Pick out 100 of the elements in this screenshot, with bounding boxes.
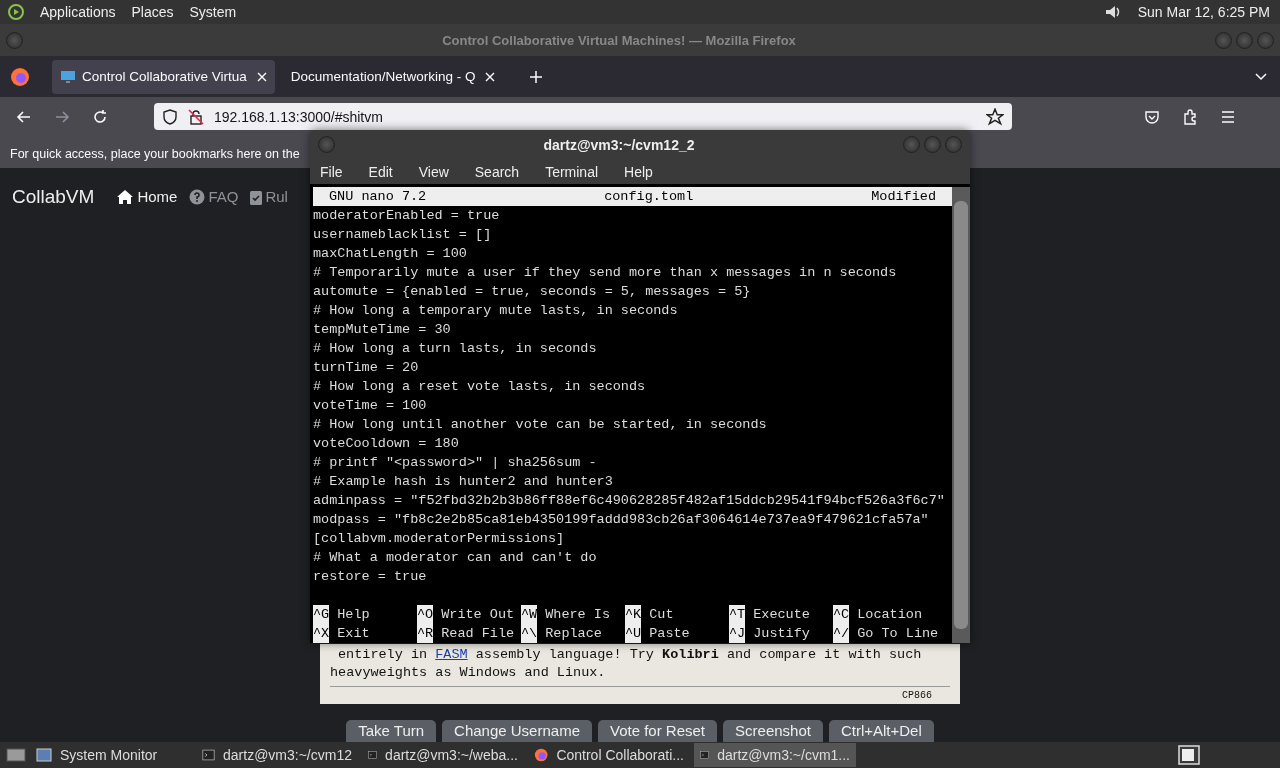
- menu-icon[interactable]: [1220, 108, 1236, 125]
- window-title: Control Collaborative Virtual Machines! — Mozilla Firefox: [442, 32, 796, 48]
- vm-display[interactable]: entirely in FASM assembly language! Try Kolibri and compare it with such heavyweights as Windows and Linux. CP866: [320, 644, 960, 704]
- code-line: maxChatLength = 100: [313, 245, 468, 263]
- menu-item[interactable]: Search: [474, 163, 520, 180]
- code-line: # printf "<password>" | sha256sum -: [313, 454, 598, 472]
- vm-action-button[interactable]: Vote for Reset: [598, 720, 718, 742]
- pocket-icon[interactable]: [1144, 108, 1160, 125]
- insecure-lock-icon[interactable]: [188, 108, 204, 125]
- shortcut-key: ^T: [729, 605, 746, 624]
- site-brand[interactable]: CollabVM: [12, 185, 95, 208]
- shortcut-label: Execute: [753, 606, 810, 624]
- vm-action-button[interactable]: Screenshot: [723, 720, 823, 742]
- browser-tab[interactable]: Documentation/Networking - Q: [282, 59, 504, 94]
- nav-link[interactable]: Home: [116, 188, 178, 205]
- bookmarks-hint: For quick access, place your bookmarks here on the: [10, 147, 300, 161]
- vm-action-button[interactable]: Take Turn: [346, 720, 437, 742]
- shortcut-label: Location: [857, 606, 922, 624]
- reload-icon[interactable]: [92, 108, 108, 125]
- vm-link[interactable]: FASM: [435, 647, 468, 662]
- nav-link[interactable]: FAQ: [189, 188, 239, 205]
- code-line: turnTime = 20: [313, 359, 420, 377]
- menu-item[interactable]: View: [418, 163, 449, 180]
- panel-menu[interactable]: System: [189, 4, 237, 20]
- code-line: # What a moderator can and can't do: [313, 549, 598, 567]
- browser-logo-icon: [534, 747, 549, 763]
- bookmark-star-icon[interactable]: [986, 107, 1004, 126]
- vm-text: entirely in FASM assembly language! Try Kolibri and compare it with such: [337, 646, 923, 664]
- vm-text: heavyweights as Windows and Linux.: [329, 664, 607, 682]
- shortcut-key: ^X: [313, 624, 330, 643]
- vm-action-button[interactable]: Ctrl+Alt+Del: [828, 720, 934, 742]
- code-line: tempMuteTime = 30: [313, 321, 452, 339]
- window-title: dartz@vm3:~/cvm12_2: [543, 136, 695, 153]
- shortcut-key: ^J: [729, 624, 746, 643]
- menu-item[interactable]: Terminal: [545, 163, 599, 180]
- new-tab-icon[interactable]: [529, 69, 544, 84]
- terminal-icon: [700, 748, 710, 762]
- code-line: voteCooldown = 180: [313, 435, 460, 453]
- shortcut-label: Replace: [545, 625, 602, 643]
- browser-logo-icon[interactable]: [10, 66, 30, 87]
- taskbar-item[interactable]: System Monitor: [30, 743, 192, 767]
- code-line: [collabvm.moderatorPermissions]: [313, 530, 566, 548]
- forward-icon[interactable]: [54, 108, 70, 125]
- code-line: adminpass = "f52fbd32b2b3b86ff88ef6c490628285f482af15ddcb29541f94bcf526a3f6c7": [313, 492, 946, 510]
- extensions-icon[interactable]: [1182, 108, 1198, 125]
- nano-version: GNU nano 7.2: [329, 188, 427, 206]
- codepage-label: CP866: [902, 690, 932, 701]
- terminal-icon: [368, 748, 378, 762]
- menu-item[interactable]: Help: [624, 163, 653, 180]
- shortcut-key: ^K: [625, 605, 642, 624]
- panel-menu[interactable]: Places: [131, 4, 174, 20]
- shortcut-key: ^/: [833, 624, 850, 643]
- menu-item[interactable]: Edit: [368, 163, 393, 180]
- nav-link[interactable]: Rul: [250, 188, 288, 205]
- code-line: restore = true: [313, 568, 428, 586]
- close-tab-icon[interactable]: [485, 71, 496, 82]
- shortcut-label: Paste: [649, 625, 690, 643]
- code-line: # How long a temporary mute lasts, in seconds: [313, 302, 679, 320]
- shortcut-key: ^C: [833, 605, 850, 624]
- taskbar-item[interactable]: dartz@vm3:~/cvm1...: [694, 743, 856, 767]
- shortcut-key: ^\: [521, 624, 538, 643]
- code-line: voteTime = 100: [313, 397, 428, 415]
- clock[interactable]: Sun Mar 12, 6:25 PM: [1137, 4, 1270, 20]
- clipboard-icon: [250, 188, 263, 205]
- code-line: # Example hash is hunter2 and hunter3: [313, 473, 614, 491]
- home-icon: [116, 188, 135, 205]
- taskbar-item[interactable]: dartz@vm3:~/weba...: [362, 743, 524, 767]
- shortcut-label: Read File: [441, 625, 515, 643]
- code-line: # How long until another vote can be started, in seconds: [313, 416, 768, 434]
- vm-action-button[interactable]: Change Username: [442, 720, 592, 742]
- panel-menu[interactable]: Applications: [40, 4, 116, 20]
- code-line: modpass = "fb8c2e2b85ca81eb4350199faddd983cb26af3064614e737ea9f479621cfa57a": [313, 511, 930, 529]
- shortcut-label: Go To Line: [857, 625, 939, 643]
- distro-logo-icon[interactable]: [8, 4, 24, 20]
- shortcut-label: Write Out: [441, 606, 515, 624]
- code-line: usernameblacklist = []: [313, 226, 493, 244]
- shortcut-label: Where Is: [545, 606, 610, 624]
- code-line: # Temporarily mute a user if they send more than x messages in n seconds: [313, 264, 898, 282]
- window-icon: [36, 748, 52, 762]
- shortcut-key: ^O: [417, 605, 434, 624]
- menu-item[interactable]: File: [320, 163, 343, 180]
- taskbar-item[interactable]: Control Collaborati...: [528, 743, 690, 767]
- code-line: # How long a turn lasts, in seconds: [313, 340, 598, 358]
- shortcut-key: ^W: [521, 605, 538, 624]
- address-bar[interactable]: 192.168.1.13:3000/#shitvm: [154, 103, 1012, 130]
- taskbar-item[interactable]: dartz@vm3:~/cvm12: [196, 743, 358, 767]
- shortcut-key: ^R: [417, 624, 434, 643]
- file-name: config.toml: [604, 188, 694, 206]
- shortcut-label: Help: [337, 606, 370, 624]
- back-icon[interactable]: [16, 108, 32, 125]
- code-line: moderatorEnabled = true: [313, 207, 501, 225]
- monitor-icon: [60, 68, 76, 85]
- shield-icon[interactable]: [162, 108, 178, 125]
- close-tab-icon[interactable]: [256, 71, 267, 82]
- browser-tab[interactable]: Control Collaborative Virtua: [52, 59, 275, 94]
- show-desktop-icon[interactable]: [6, 747, 26, 763]
- workspace-switcher-icon[interactable]: [1178, 745, 1200, 765]
- modified-status: Modified: [871, 188, 936, 206]
- volume-icon[interactable]: [1103, 3, 1122, 21]
- shortcut-key: ^U: [625, 624, 642, 643]
